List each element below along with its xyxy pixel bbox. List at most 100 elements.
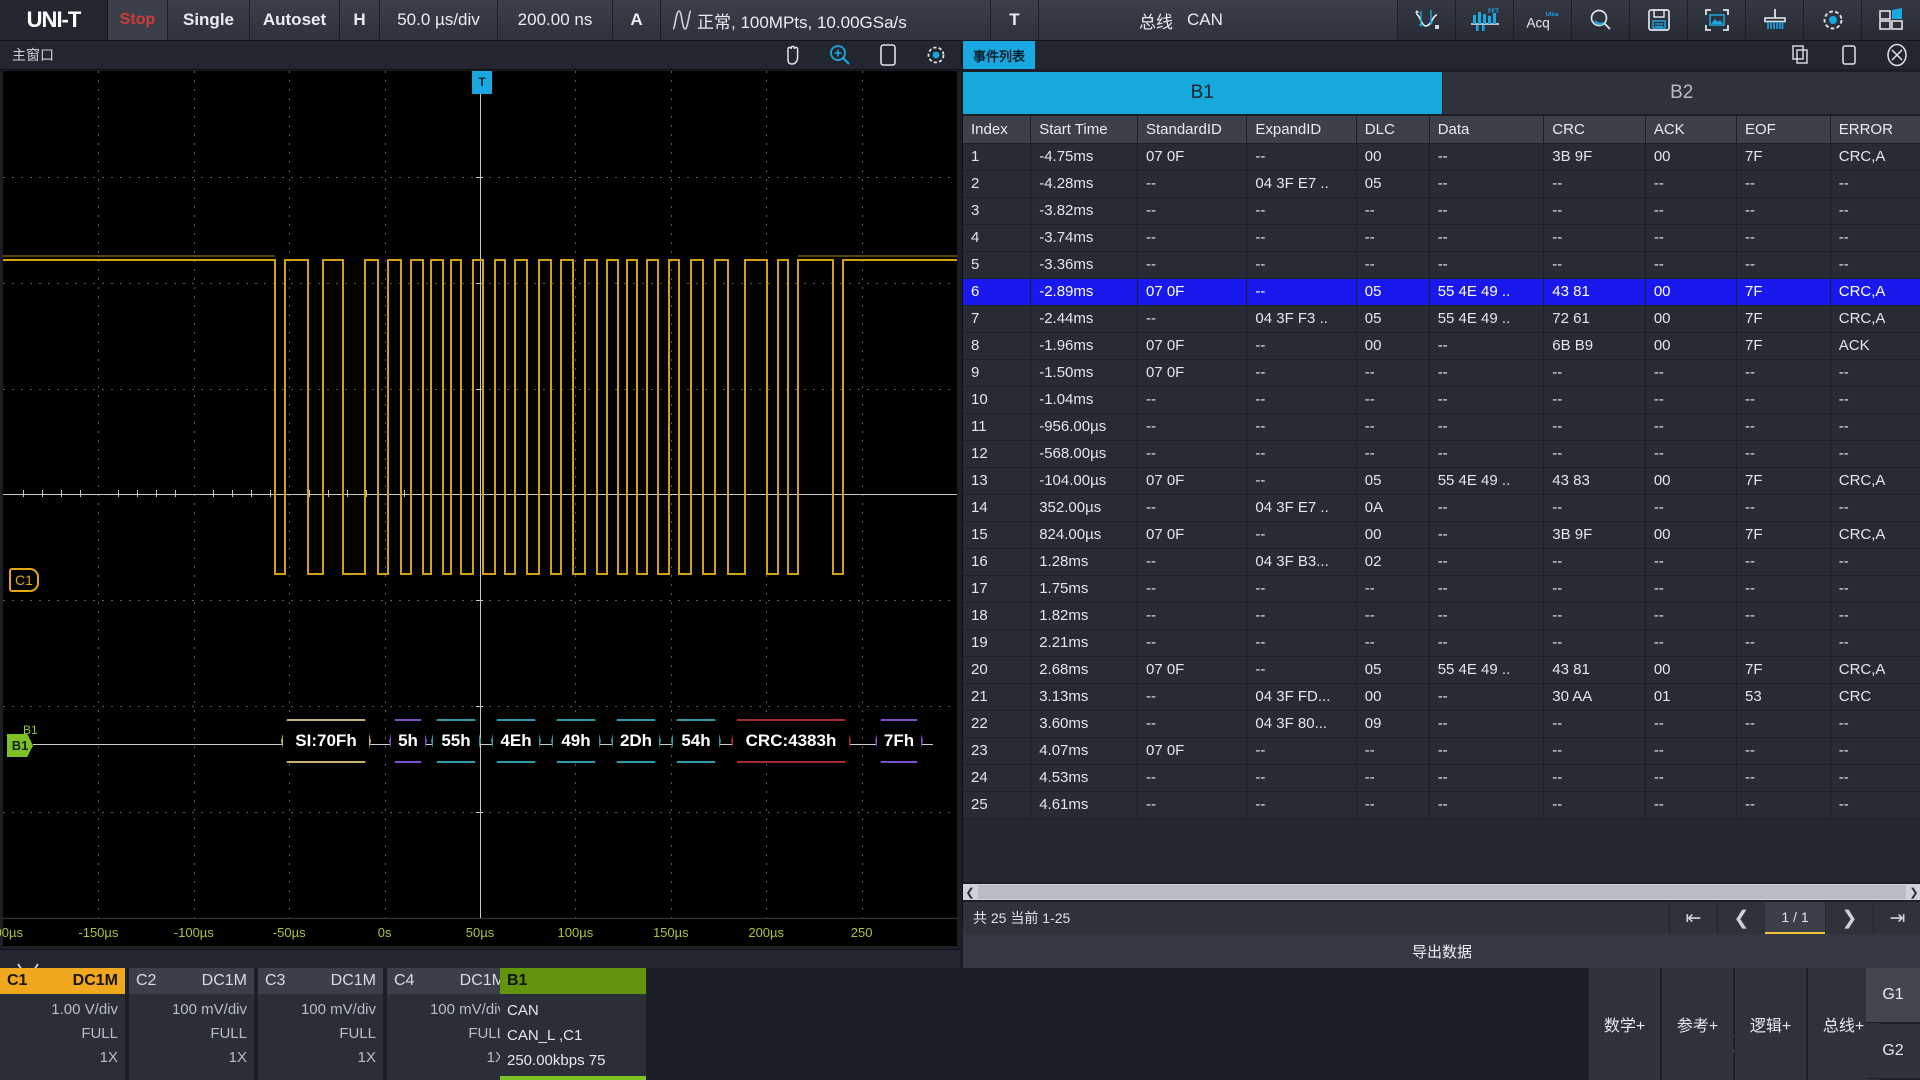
scroll-thumb[interactable] [978, 885, 1906, 899]
column-header-crc[interactable]: CRC [1543, 116, 1646, 144]
decode-packet[interactable]: 7Fh [875, 719, 923, 763]
zoom-in-icon[interactable] [816, 41, 864, 70]
decode-packet[interactable]: CRC:4383h [731, 719, 851, 763]
decode-packet[interactable]: 54h [671, 719, 721, 763]
event-list-tab-title[interactable]: 事件列表 [963, 41, 1036, 69]
channel1-position-marker[interactable]: C1 [9, 568, 39, 592]
table-row[interactable]: 22 3.60ms -- 04 3F 80... 09 -- -- -- -- -- [963, 710, 1920, 738]
table-row[interactable]: 4 -3.74ms -- -- -- -- -- -- -- -- [963, 224, 1920, 252]
gear-icon[interactable] [912, 41, 960, 70]
trigger-button[interactable]: T [991, 0, 1039, 40]
add-reference-button[interactable]: 参考+ [1661, 968, 1733, 1080]
trigger-wave-icon[interactable] [1398, 0, 1456, 40]
table-row[interactable]: 6 -2.89ms 07 0F -- 05 55 4E 49 .. 43 81 00 7F CRC… [963, 278, 1920, 306]
column-header-error[interactable]: ERROR [1830, 116, 1920, 144]
close-icon[interactable] [1873, 41, 1920, 69]
acquisition-info[interactable]: 正常, 100MPts, 10.00GSa/s [661, 0, 991, 40]
decode-packet[interactable]: SI:70Fh [281, 719, 371, 763]
table-row[interactable]: 8 -1.96ms 07 0F -- 00 -- 6B B9 00 7F ACK [963, 332, 1920, 360]
acq-ultra-icon[interactable]: Ultra Acq [1514, 0, 1572, 40]
channel-c4-block[interactable]: C4 DC1M 100 mV/div FULL 1X [387, 968, 514, 1080]
page-indicator[interactable]: 1 / 1 [1765, 902, 1825, 934]
settings-icon[interactable] [1804, 0, 1862, 40]
single-button[interactable]: Single [168, 0, 250, 40]
windows-icon[interactable] [1862, 0, 1920, 40]
table-row[interactable]: 9 -1.50ms 07 0F -- -- -- -- -- -- -- [963, 359, 1920, 387]
export-data-button[interactable]: 导出数据 [963, 934, 1920, 968]
autoset-button[interactable]: Autoset [250, 0, 340, 40]
column-header-ack[interactable]: ACK [1645, 116, 1738, 144]
cell-standardid: -- [1137, 629, 1248, 657]
bus-tab-b2[interactable]: B2 [1441, 72, 1920, 114]
add-logic-button[interactable]: 逻辑+ [1734, 968, 1806, 1080]
channel-c3-scale: 100 mV/div [300, 1001, 376, 1018]
event-table-container[interactable]: Index Start Time StandardID ExpandID DLC Data… [963, 116, 1920, 882]
prev-page-icon[interactable]: ❮ [1717, 902, 1765, 934]
scroll-right-arrow[interactable]: ❯ [1907, 886, 1920, 899]
table-row[interactable]: 20 2.68ms 07 0F -- 05 55 4E 49 .. 43 81 00 7F CRC… [963, 656, 1920, 684]
bus-info[interactable]: 总线 CAN [1039, 0, 1398, 40]
table-row[interactable]: 16 1.28ms -- 04 3F B3... 02 -- -- -- -- -- [963, 548, 1920, 576]
last-page-icon[interactable]: ⇥ [1873, 902, 1920, 934]
table-row[interactable]: 18 1.82ms -- -- -- -- -- -- -- -- [963, 602, 1920, 630]
acquire-button[interactable]: A [613, 0, 661, 40]
table-row[interactable]: 11 -956.00µs -- -- -- -- -- -- -- -- [963, 413, 1920, 441]
waveform-grid[interactable]: T C1 B1 B1 SI:70Fh 5h 55h 4Eh 49h 2Dh 54h CRC:4… [3, 71, 957, 918]
copy-icon[interactable] [1777, 41, 1825, 69]
scroll-left-arrow[interactable]: ❮ [963, 886, 977, 899]
decode-packet[interactable]: 55h [431, 719, 481, 763]
next-page-icon[interactable]: ❯ [1825, 902, 1873, 934]
column-header-dlc[interactable]: DLC [1356, 116, 1430, 144]
column-header-eof[interactable]: EOF [1736, 116, 1831, 144]
table-row[interactable]: 12 -568.00µs -- -- -- -- -- -- -- -- [963, 440, 1920, 468]
first-page-icon[interactable]: ⇤ [1669, 902, 1717, 934]
table-row[interactable]: 17 1.75ms -- -- -- -- -- -- -- -- [963, 575, 1920, 603]
channel-c1-block[interactable]: C1 DC1M 1.00 V/div FULL 1X [0, 968, 127, 1080]
table-row[interactable]: 2 -4.28ms -- 04 3F E7 .. 05 -- -- -- -- -- [963, 170, 1920, 198]
screenshot-icon[interactable] [1688, 0, 1746, 40]
bus-label: 总线 [1139, 12, 1173, 32]
search-icon[interactable] [1572, 0, 1630, 40]
table-row[interactable]: 25 4.61ms -- -- -- -- -- -- -- -- [963, 791, 1920, 819]
table-row[interactable]: 7 -2.44ms -- 04 3F F3 .. 05 55 4E 49 .. 72 61 0… [963, 305, 1920, 333]
hand-icon[interactable] [768, 41, 816, 70]
decode-packet[interactable]: 5h [389, 719, 427, 763]
table-row[interactable]: 23 4.07ms 07 0F -- -- -- -- -- -- -- [963, 737, 1920, 765]
minimize-icon[interactable] [1825, 41, 1873, 69]
column-header-index[interactable]: Index [963, 116, 1032, 144]
add-math-button[interactable]: 数学+ [1588, 968, 1660, 1080]
save-icon[interactable] [1630, 0, 1688, 40]
table-row[interactable]: 5 -3.36ms -- -- -- -- -- -- -- -- [963, 251, 1920, 279]
fft-icon[interactable]: FFT [1456, 0, 1514, 40]
horizontal-scrollbar[interactable]: ❮ ❯ [963, 884, 1920, 900]
table-row[interactable]: 24 4.53ms -- -- -- -- -- -- -- -- [963, 764, 1920, 792]
table-row[interactable]: 14 352.00µs -- 04 3F E7 .. 0A -- -- -- -- -- [963, 494, 1920, 522]
horizontal-button[interactable]: H [340, 0, 380, 40]
table-row[interactable]: 15 824.00µs 07 0F -- 00 -- 3B 9F 00 7F CRC,A [963, 521, 1920, 549]
table-row[interactable]: 19 2.21ms -- -- -- -- -- -- -- -- [963, 629, 1920, 657]
group-g1-button[interactable]: G1 [1866, 968, 1920, 1023]
column-header-start-time[interactable]: Start Time [1030, 116, 1138, 144]
channel-c3-block[interactable]: C3 DC1M 100 mV/div FULL 1X [258, 968, 385, 1080]
column-header-expandid[interactable]: ExpandID [1246, 116, 1357, 144]
decode-packet[interactable]: 2Dh [611, 719, 661, 763]
timebase-value[interactable]: 50.0 µs/div [380, 0, 498, 40]
channel-c2-block[interactable]: C2 DC1M 100 mV/div FULL 1X [129, 968, 256, 1080]
channel1-waveform [3, 255, 957, 576]
stop-button[interactable]: Stop [108, 0, 168, 40]
bus-tab-b1[interactable]: B1 [963, 72, 1442, 114]
decode-packet[interactable]: 4Eh [491, 719, 541, 763]
time-delay-value[interactable]: 200.00 ns [498, 0, 613, 40]
table-row[interactable]: 1 -4.75ms 07 0F -- 00 -- 3B 9F 00 7F CRC,A [963, 143, 1920, 171]
table-row[interactable]: 13 -104.00µs 07 0F -- 05 55 4E 49 .. 43 83 00 7F… [963, 467, 1920, 495]
decode-packet[interactable]: 49h [551, 719, 601, 763]
column-header-standardid[interactable]: StandardID [1137, 116, 1248, 144]
table-row[interactable]: 3 -3.82ms -- -- -- -- -- -- -- -- [963, 197, 1920, 225]
screen-icon[interactable] [864, 41, 912, 70]
clear-icon[interactable] [1746, 0, 1804, 40]
table-row[interactable]: 21 3.13ms -- 04 3F FD... 00 -- 30 AA 01 53 CRC [963, 683, 1920, 711]
bus-b1-block[interactable]: B1 CAN CAN_L ,C1 250.00kbps 75 [500, 968, 646, 1080]
column-header-data[interactable]: Data [1429, 116, 1545, 144]
group-g2-button[interactable]: G2 [1866, 1024, 1920, 1079]
table-row[interactable]: 10 -1.04ms -- -- -- -- -- -- -- -- [963, 386, 1920, 414]
